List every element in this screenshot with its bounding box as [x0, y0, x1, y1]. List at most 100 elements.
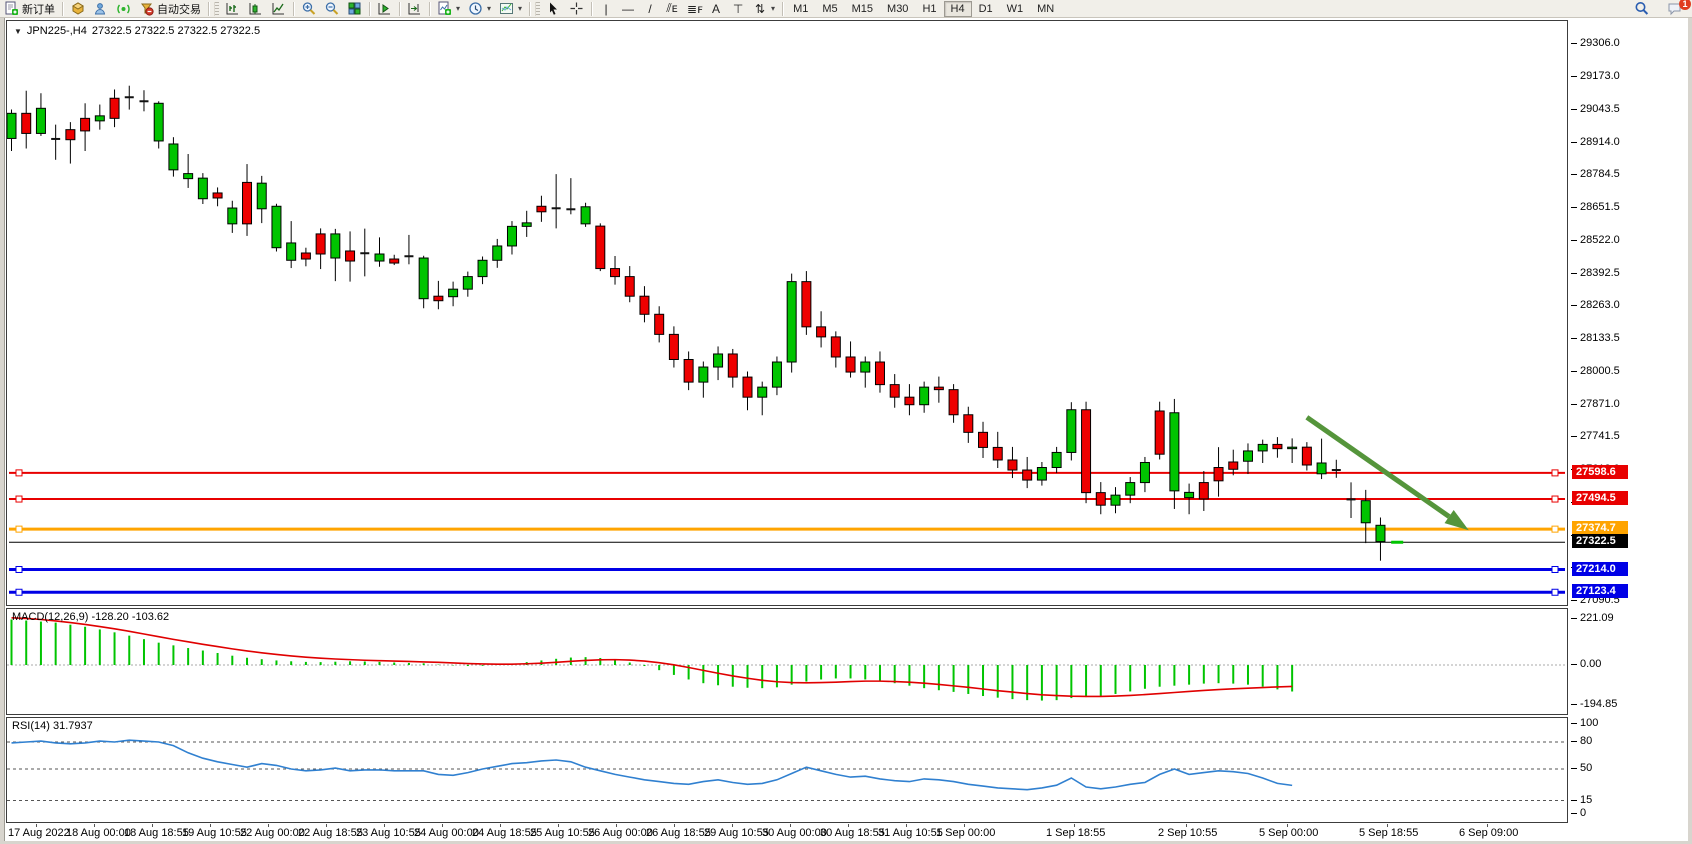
new-order-label: 新订单	[22, 1, 55, 17]
timeframe-H4-button[interactable]: H4	[944, 1, 972, 17]
price-tick: 28522.0	[1580, 234, 1620, 246]
timeframe-M15-button[interactable]: M15	[845, 1, 880, 17]
vline-button[interactable]: |	[595, 1, 617, 17]
autotrade-label: 自动交易	[157, 1, 201, 17]
hline-icon: —	[621, 2, 635, 16]
price-tick: 28392.5	[1580, 267, 1620, 279]
time-tick-label: 24 Aug 00:00	[414, 827, 479, 839]
zoom-in-button[interactable]	[297, 1, 320, 17]
cursor-button[interactable]	[542, 1, 565, 17]
autotrade-icon	[139, 1, 154, 16]
macd-pane[interactable]: MACD(12,26,9) -128.20 -103.62	[6, 608, 1568, 715]
timeframe-W1-button[interactable]: W1	[1000, 1, 1031, 17]
templates-button[interactable]: ▾	[495, 1, 526, 17]
time-tick-label: 22 Aug 18:55	[298, 827, 363, 839]
candle-chart-button[interactable]	[244, 1, 267, 17]
hline-button[interactable]: —	[617, 1, 639, 17]
toolbar-grip[interactable]	[214, 2, 219, 16]
time-axis[interactable]: 17 Aug 202218 Aug 00:0018 Aug 18:5519 Au…	[6, 824, 1568, 841]
search-button[interactable]	[1630, 1, 1653, 17]
periods-button[interactable]: ▾	[464, 1, 495, 17]
dropdown-caret-icon[interactable]: ▾	[456, 4, 460, 13]
bar-chart-button[interactable]	[221, 1, 244, 17]
arrows-icon: ⇅	[753, 2, 767, 16]
timeframe-M30-button[interactable]: M30	[880, 1, 915, 17]
indicators-button[interactable]: ▾	[433, 1, 464, 17]
price-axis[interactable]: 29306.029173.029043.528914.028784.528651…	[1570, 20, 1688, 824]
horizontal-level-line[interactable]	[9, 496, 1565, 502]
fibonacci-button[interactable]: ≣ꜰ	[683, 1, 705, 17]
arrows-button[interactable]: ⇅▾	[749, 1, 779, 17]
horizontal-level-line[interactable]	[9, 566, 1565, 572]
time-tick-label: 23 Aug 10:55	[356, 827, 421, 839]
toolbar-separator	[782, 2, 783, 16]
price-chart-pane[interactable]: ▼ JPN225-,H4 27322.5 27322.5 27322.5 273…	[6, 20, 1568, 606]
line-chart-icon	[271, 1, 286, 16]
macd-canvas[interactable]	[7, 609, 1567, 714]
timeframe-M5-button[interactable]: M5	[815, 1, 844, 17]
rsi-line	[12, 740, 1293, 790]
level-price-tag: 27598.6	[1572, 465, 1628, 479]
community-button[interactable]	[89, 1, 112, 17]
toolbar-grip[interactable]	[535, 2, 540, 16]
rsi-canvas[interactable]	[7, 718, 1567, 822]
crosshair-button[interactable]	[565, 1, 588, 17]
time-tick-label: 1 Sep 00:00	[936, 827, 995, 839]
time-tick-label: 5 Sep 00:00	[1259, 827, 1318, 839]
autotrade-button[interactable]: 自动交易	[135, 1, 205, 17]
toolbar-separator	[591, 2, 592, 16]
chart-symbol-timeframe: JPN225-,H4	[27, 25, 87, 37]
price-tick: 27741.5	[1580, 430, 1620, 442]
collapse-triangle-icon[interactable]: ▼	[14, 27, 22, 36]
toolbar: 新订单自动交易▾▾▾|—/⫽ᴇ≣ꜰA⊤⇅▾M1M5M15M30H1H4D1W1M…	[0, 0, 1692, 18]
dropdown-caret-icon[interactable]: ▾	[487, 4, 491, 13]
candle-chart-icon	[248, 1, 263, 16]
chart-title[interactable]: ▼ JPN225-,H4 27322.5 27322.5 27322.5 273…	[14, 25, 260, 37]
community-chat-button[interactable]: 1	[1663, 1, 1686, 17]
label-button[interactable]: ⊤	[727, 1, 749, 17]
candles-group	[7, 86, 1385, 561]
crosshair-icon	[569, 1, 584, 16]
text-button[interactable]: A	[705, 1, 727, 17]
timeframe-MN-button[interactable]: MN	[1030, 1, 1061, 17]
price-tick: 29043.5	[1580, 103, 1620, 115]
tile-windows-button[interactable]	[343, 1, 366, 17]
rsi-tick: 0	[1580, 807, 1586, 819]
line-chart-button[interactable]	[267, 1, 290, 17]
dropdown-caret-icon[interactable]: ▾	[518, 4, 522, 13]
rsi-tick: 100	[1580, 717, 1598, 729]
rsi-tick: 50	[1580, 762, 1592, 774]
toolbar-separator	[369, 2, 370, 16]
search-icon	[1634, 1, 1649, 16]
chart-ohlc-quotes: 27322.5 27322.5 27322.5 27322.5	[92, 25, 260, 37]
horizontal-level-line[interactable]	[9, 589, 1565, 595]
zoom-out-icon	[324, 1, 339, 16]
price-tick: 29306.0	[1580, 37, 1620, 49]
time-tick-label: 17 Aug 2022	[8, 827, 70, 839]
timeframe-M1-button[interactable]: M1	[786, 1, 815, 17]
community-icon	[93, 1, 108, 16]
timeframe-H1-button[interactable]: H1	[915, 1, 943, 17]
horizontal-level-line[interactable]	[9, 526, 1565, 532]
horizontal-level-line[interactable]	[9, 470, 1565, 476]
price-tick: 28263.0	[1580, 299, 1620, 311]
toolbar-separator	[399, 2, 400, 16]
candlestick-canvas[interactable]	[7, 21, 1567, 605]
time-tick-label: 6 Sep 09:00	[1459, 827, 1518, 839]
zoom-out-button[interactable]	[320, 1, 343, 17]
market-box-button[interactable]	[66, 1, 89, 17]
autoscroll-button[interactable]	[373, 1, 396, 17]
timeframe-D1-button[interactable]: D1	[972, 1, 1000, 17]
signals-button[interactable]	[112, 1, 135, 17]
trendline-button[interactable]: /	[639, 1, 661, 17]
toolbar-separator	[429, 2, 430, 16]
price-tick: 28133.5	[1580, 332, 1620, 344]
channel-button[interactable]: ⫽ᴇ	[661, 1, 683, 17]
dropdown-caret-icon[interactable]: ▾	[771, 4, 775, 13]
chart-shift-button[interactable]	[403, 1, 426, 17]
tile-windows-icon	[347, 1, 362, 16]
price-tick: 28784.5	[1580, 168, 1620, 180]
signals-icon	[116, 1, 131, 16]
rsi-pane[interactable]: RSI(14) 31.7937	[6, 717, 1568, 823]
new-order-button[interactable]: 新订单	[0, 1, 59, 17]
